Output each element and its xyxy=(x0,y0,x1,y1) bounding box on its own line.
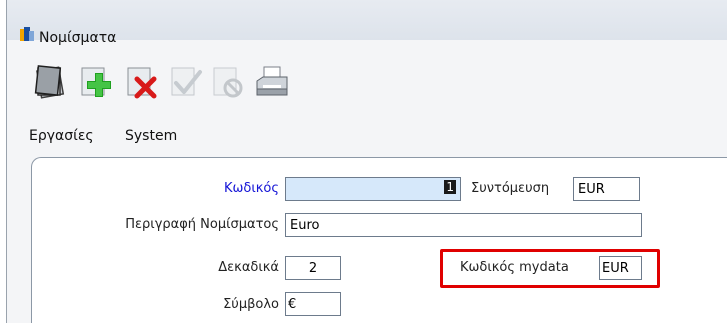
code-value: 1 xyxy=(444,180,456,194)
description-field[interactable] xyxy=(285,213,642,237)
cancel-button[interactable] xyxy=(209,63,247,101)
menu-tasks[interactable]: Εργασίες xyxy=(29,128,94,144)
symbol-field[interactable] xyxy=(285,292,341,316)
print-button[interactable] xyxy=(253,63,291,101)
description-label: Περιγραφή Νομίσματος xyxy=(125,217,279,232)
check-icon xyxy=(171,67,202,96)
code-field[interactable]: 1 xyxy=(285,177,461,201)
menu-system[interactable]: System xyxy=(125,128,177,144)
window-title: Νομίσματα xyxy=(39,30,117,46)
menu-bar: Εργασίες System xyxy=(7,118,727,148)
title-bar: Νομίσματα xyxy=(7,0,727,46)
new-document-button[interactable] xyxy=(31,63,69,101)
decimals-label: Δεκαδικά xyxy=(218,260,279,275)
printer-icon xyxy=(256,66,288,96)
green-plus-icon xyxy=(81,67,111,97)
red-x-icon xyxy=(127,67,157,99)
mydata-highlight-box xyxy=(440,249,660,288)
toolbar xyxy=(7,55,727,107)
symbol-label: Σύμβολο xyxy=(223,297,279,312)
window-app-icon xyxy=(20,27,34,41)
no-entry-icon xyxy=(213,67,243,98)
code-label: Κωδικός xyxy=(223,181,279,196)
currency-form: Κωδικός 1 Συντόμευση Περιγραφή Νομίσματο… xyxy=(31,157,727,323)
confirm-button[interactable] xyxy=(167,63,205,101)
abbreviation-label: Συντόμευση xyxy=(471,181,550,196)
delete-button[interactable] xyxy=(123,63,161,101)
document-stack-icon xyxy=(34,65,65,99)
abbreviation-field[interactable] xyxy=(573,177,640,201)
add-button[interactable] xyxy=(77,63,115,101)
decimals-field[interactable] xyxy=(285,256,341,280)
